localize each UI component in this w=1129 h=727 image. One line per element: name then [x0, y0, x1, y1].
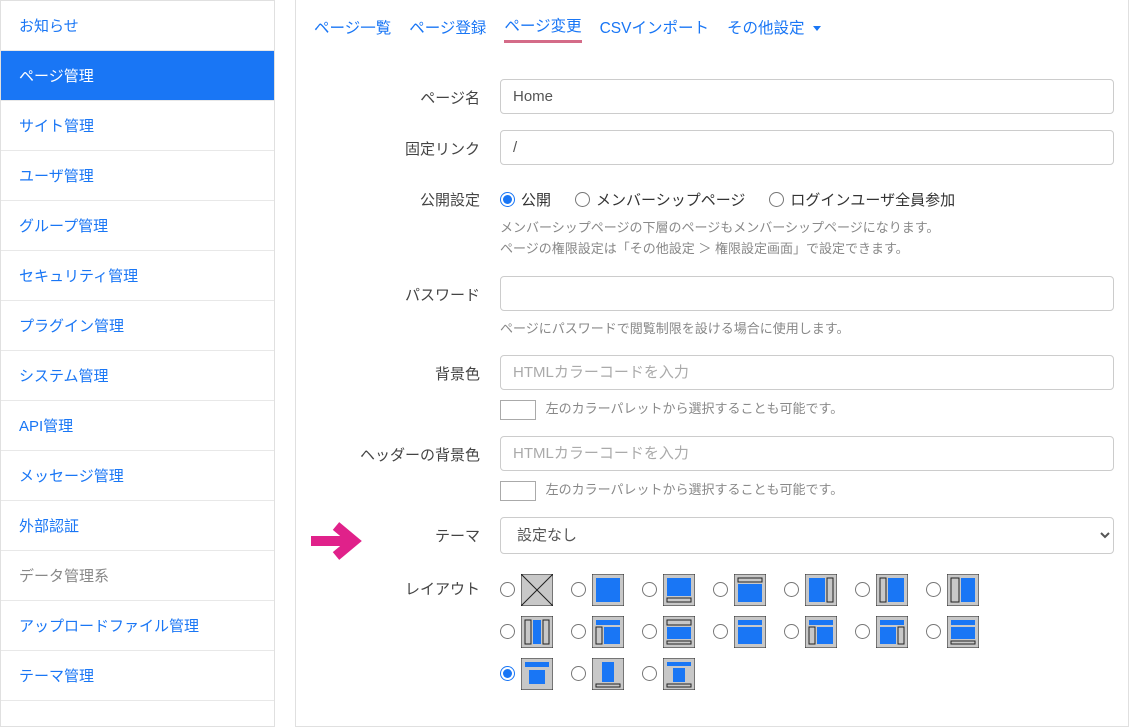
layout-icon-window-1: [521, 658, 553, 690]
sidebar: お知らせ ページ管理 サイト管理 ユーザ管理 グループ管理 セキュリティ管理 プ…: [0, 0, 275, 727]
layout-icon-header-main-footer: [663, 616, 695, 648]
bgcolor-palette-button[interactable]: [500, 400, 536, 420]
layout-opt-2-5[interactable]: [784, 616, 837, 648]
sidebar-item-site-mgmt[interactable]: サイト管理: [1, 101, 274, 151]
layout-icon-none: [521, 574, 553, 606]
header-bgcolor-label: ヘッダーの背景色: [310, 436, 500, 501]
layout-icon-main-right: [805, 574, 837, 606]
tab-csv-import[interactable]: CSVインポート: [600, 16, 709, 42]
visibility-help-1: メンバーシップページの下層のページもメンバーシップページになります。: [500, 218, 1114, 239]
page-name-label: ページ名: [310, 79, 500, 114]
layout-opt-2-3[interactable]: [642, 616, 695, 648]
layout-icon-full: [592, 574, 624, 606]
layout-icon-hlm: [805, 616, 837, 648]
visibility-login-all-label: ログインユーザ全員参加: [790, 189, 955, 210]
tab-other-settings[interactable]: その他設定: [727, 16, 821, 42]
layout-opt-2-2[interactable]: [571, 616, 624, 648]
sidebar-item-security-mgmt[interactable]: セキュリティ管理: [1, 251, 274, 301]
tab-page-edit[interactable]: ページ変更: [504, 14, 581, 43]
sidebar-item-notice[interactable]: お知らせ: [1, 1, 274, 51]
layout-opt-1-1[interactable]: [500, 574, 553, 606]
visibility-membership[interactable]: メンバーシップページ: [575, 189, 745, 210]
layout-label: レイアウト: [310, 570, 500, 690]
tab-page-list[interactable]: ページ一覧: [314, 16, 391, 42]
password-input[interactable]: [500, 276, 1114, 311]
layout-opt-1-6[interactable]: [855, 574, 908, 606]
sidebar-item-external-auth[interactable]: 外部認証: [1, 501, 274, 551]
layout-opt-2-1[interactable]: [500, 616, 553, 648]
tab-page-register[interactable]: ページ登録: [409, 16, 486, 42]
layout-icon-hcm-r: [876, 616, 908, 648]
layout-icon-hmf2: [947, 616, 979, 648]
layout-opt-1-4[interactable]: [713, 574, 766, 606]
main-content: ページ一覧 ページ登録 ページ変更 CSVインポート その他設定 ページ名 固定…: [295, 0, 1129, 727]
sidebar-item-data-mgmt: データ管理系: [1, 551, 274, 601]
layout-opt-3-3[interactable]: [642, 658, 695, 690]
tab-other-settings-label: その他設定: [727, 20, 805, 37]
page-form: ページ名 固定リンク 公開設定 公開: [310, 79, 1114, 690]
sidebar-item-upload-mgmt[interactable]: アップロードファイル管理: [1, 601, 274, 651]
visibility-label: 公開設定: [310, 181, 500, 260]
caret-down-icon: [813, 26, 821, 31]
arrow-annotation-icon: [306, 516, 366, 566]
layout-opt-1-5[interactable]: [784, 574, 837, 606]
visibility-help-2: ページの権限設定は「その他設定 ＞ 権限設定画面」で設定できます。: [500, 239, 1114, 260]
header-bgcolor-help: 左のカラーパレットから選択することも可能です。: [546, 482, 844, 497]
layout-icon-left-main-1: [876, 574, 908, 606]
bgcolor-help: 左のカラーパレットから選択することも可能です。: [546, 401, 844, 416]
sidebar-item-plugin-mgmt[interactable]: プラグイン管理: [1, 301, 274, 351]
fixed-link-input[interactable]: [500, 130, 1114, 165]
page-name-input[interactable]: [500, 79, 1114, 114]
layout-opt-2-6[interactable]: [855, 616, 908, 648]
layout-opt-3-2[interactable]: [571, 658, 624, 690]
layout-icon-window-2: [592, 658, 624, 690]
password-label: パスワード: [310, 276, 500, 340]
layout-icon-window-3: [663, 658, 695, 690]
layout-icon-left-main-2: [947, 574, 979, 606]
header-bgcolor-input[interactable]: [500, 436, 1114, 471]
layout-opt-1-2[interactable]: [571, 574, 624, 606]
layout-icon-header-main: [734, 574, 766, 606]
sidebar-item-theme-mgmt[interactable]: テーマ管理: [1, 651, 274, 701]
theme-select[interactable]: 設定なし: [500, 517, 1114, 554]
layout-icon-3col: [521, 616, 553, 648]
layout-options: [500, 570, 1114, 690]
visibility-login-all[interactable]: ログインユーザ全員参加: [769, 189, 955, 210]
tabs: ページ一覧 ページ登録 ページ変更 CSVインポート その他設定: [310, 0, 1114, 51]
visibility-membership-label: メンバーシップページ: [596, 189, 745, 210]
layout-opt-1-7[interactable]: [926, 574, 979, 606]
layout-icon-main-footer: [663, 574, 695, 606]
layout-icon-header-left-main: [592, 616, 624, 648]
password-help: ページにパスワードで閲覧制限を設ける場合に使用します。: [500, 319, 1114, 340]
visibility-login-all-radio[interactable]: [769, 192, 784, 207]
header-bgcolor-palette-button[interactable]: [500, 481, 536, 501]
visibility-public[interactable]: 公開: [500, 189, 551, 210]
layout-opt-2-7[interactable]: [926, 616, 979, 648]
sidebar-item-user-mgmt[interactable]: ユーザ管理: [1, 151, 274, 201]
sidebar-item-system-mgmt[interactable]: システム管理: [1, 351, 274, 401]
sidebar-item-api-mgmt[interactable]: API管理: [1, 401, 274, 451]
bgcolor-label: 背景色: [310, 355, 500, 420]
visibility-public-label: 公開: [521, 189, 551, 210]
layout-opt-1-3[interactable]: [642, 574, 695, 606]
bgcolor-input[interactable]: [500, 355, 1114, 390]
sidebar-item-group-mgmt[interactable]: グループ管理: [1, 201, 274, 251]
layout-opt-3-1[interactable]: [500, 658, 553, 690]
sidebar-item-message-mgmt[interactable]: メッセージ管理: [1, 451, 274, 501]
layout-opt-2-4[interactable]: [713, 616, 766, 648]
visibility-membership-radio[interactable]: [575, 192, 590, 207]
visibility-public-radio[interactable]: [500, 192, 515, 207]
sidebar-item-page-mgmt[interactable]: ページ管理: [1, 51, 274, 101]
fixed-link-label: 固定リンク: [310, 130, 500, 165]
layout-icon-header-main-side: [734, 616, 766, 648]
